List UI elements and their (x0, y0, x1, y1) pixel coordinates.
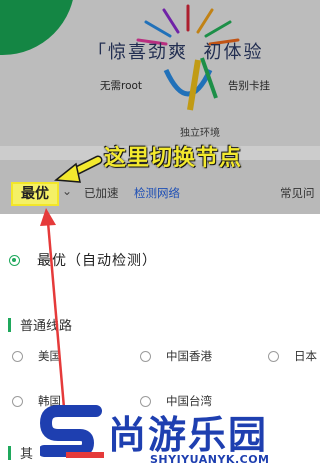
tab-detect-network[interactable]: 检测网络 (134, 185, 180, 201)
radio-checked-icon[interactable] (9, 254, 20, 266)
radio-icon[interactable] (12, 350, 23, 362)
section-other-routes: 其 (8, 443, 33, 462)
radio-icon[interactable] (140, 350, 151, 362)
chevron-down-icon[interactable]: ⌄ (62, 184, 72, 198)
route-option-jp[interactable]: 日本 (268, 348, 317, 364)
watermark-text: 尚游乐园 (108, 413, 269, 457)
option-best-auto[interactable]: 最优（自动检测） (9, 250, 157, 270)
route-label: 中国香港 (166, 349, 212, 363)
section-title: 其 (20, 447, 34, 462)
tab-accelerated[interactable]: 已加速 (84, 185, 119, 201)
route-label: 美国 (38, 349, 61, 363)
route-option-hk[interactable]: 中国香港 (140, 348, 212, 364)
section-title: 普通线路 (20, 319, 73, 334)
annotation-callout: 这里切换节点 (104, 146, 243, 171)
section-normal-routes: 普通线路 (8, 315, 72, 334)
option-best-label: 最优（自动检测） (37, 253, 157, 269)
radio-icon[interactable] (12, 395, 23, 407)
route-option-us[interactable]: 美国 (12, 348, 61, 364)
section-accent-bar (8, 317, 11, 332)
watermark-url: SHYIYUANYK.COM (150, 453, 270, 466)
node-select-dropdown[interactable]: 最优 (11, 182, 59, 206)
tab-faq[interactable]: 常见问 (280, 185, 315, 201)
route-label: 日本 (294, 349, 317, 363)
section-accent-bar (8, 445, 11, 460)
radio-icon[interactable] (268, 350, 279, 362)
watermark-logo-icon (40, 405, 104, 458)
